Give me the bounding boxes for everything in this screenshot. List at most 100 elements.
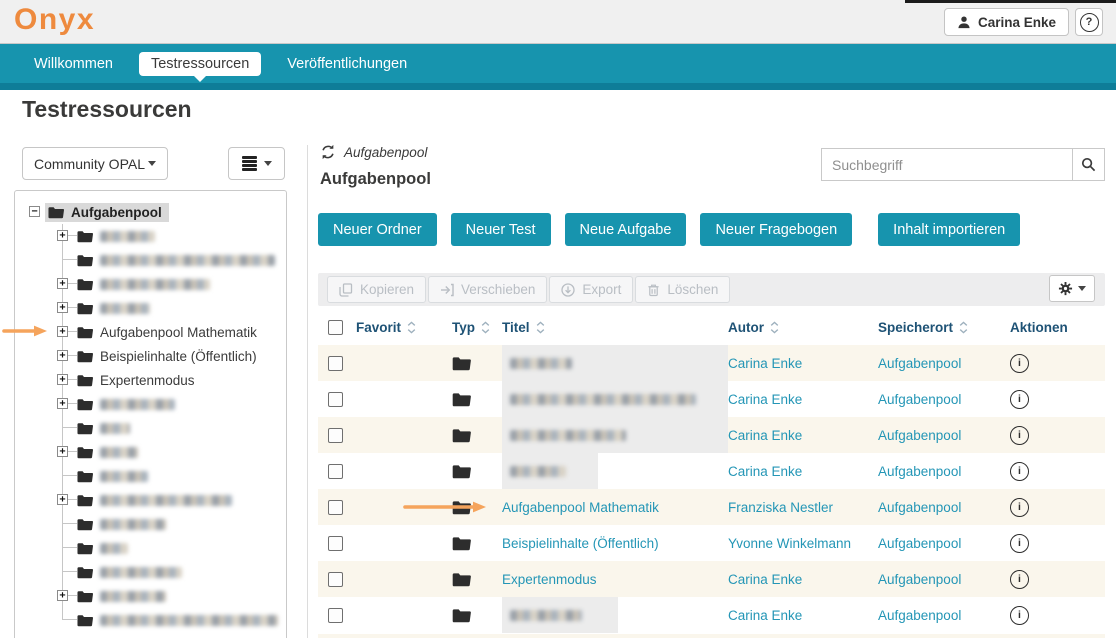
- search-button[interactable]: [1072, 148, 1105, 181]
- location-link[interactable]: Aufgabenpool: [878, 356, 961, 371]
- row-checkbox[interactable]: [328, 572, 343, 587]
- row-checkbox[interactable]: [328, 500, 343, 515]
- column-header-favorit[interactable]: Favorit: [356, 320, 452, 335]
- location-link[interactable]: Aufgabenpool: [878, 392, 961, 407]
- redacted-label: [100, 567, 182, 578]
- location-link[interactable]: Aufgabenpool: [878, 500, 961, 515]
- toolbar-verschieben[interactable]: Verschieben: [428, 276, 547, 303]
- location-link[interactable]: Aufgabenpool: [878, 572, 961, 587]
- tree-expand-icon[interactable]: +: [57, 230, 68, 241]
- info-icon[interactable]: i: [1010, 426, 1029, 445]
- resource-title-link[interactable]: Beispielinhalte (Öffentlich): [502, 536, 659, 551]
- tree-item-redacted[interactable]: [15, 416, 286, 440]
- tree-item-redacted[interactable]: +: [15, 584, 286, 608]
- tree-expand-icon[interactable]: +: [57, 398, 68, 409]
- tree-item-beispielinhalte-öffentlich[interactable]: +Beispielinhalte (Öffentlich): [15, 344, 286, 368]
- author-link[interactable]: Carina Enke: [728, 428, 802, 443]
- tree-item-aufgabenpool-mathematik[interactable]: + Aufgabenpool Mathematik: [15, 320, 286, 344]
- location-link[interactable]: Aufgabenpool: [878, 428, 961, 443]
- row-checkbox[interactable]: [328, 428, 343, 443]
- info-icon[interactable]: i: [1010, 354, 1029, 373]
- sort-icon[interactable]: [407, 321, 416, 334]
- tree-item-redacted[interactable]: [15, 512, 286, 536]
- author-link[interactable]: Carina Enke: [728, 464, 802, 479]
- select-all-checkbox[interactable]: [328, 320, 343, 335]
- info-icon[interactable]: i: [1010, 606, 1029, 625]
- refresh-icon[interactable]: [320, 144, 336, 160]
- info-icon[interactable]: i: [1010, 534, 1029, 553]
- tree-expand-icon[interactable]: +: [57, 326, 68, 337]
- sort-icon[interactable]: [536, 321, 545, 334]
- info-icon[interactable]: i: [1010, 498, 1029, 517]
- tree-collapse-icon[interactable]: −: [29, 206, 40, 217]
- author-link[interactable]: Carina Enke: [728, 356, 802, 371]
- tree-item-redacted[interactable]: [15, 608, 286, 632]
- tree-item-redacted[interactable]: +: [15, 296, 286, 320]
- search-input[interactable]: [821, 148, 1072, 181]
- toolbar-export[interactable]: Export: [549, 276, 633, 303]
- tree-expand-icon[interactable]: +: [57, 350, 68, 361]
- column-header-typ[interactable]: Typ: [452, 320, 502, 335]
- info-icon[interactable]: i: [1010, 462, 1029, 481]
- tree-item-label: Aufgabenpool Mathematik: [100, 325, 257, 340]
- row-checkbox[interactable]: [328, 536, 343, 551]
- action-inhalt-importieren[interactable]: Inhalt importieren: [878, 213, 1020, 246]
- tree-item-redacted[interactable]: +: [15, 488, 286, 512]
- tree-item-redacted[interactable]: +: [15, 224, 286, 248]
- tree-expand-icon[interactable]: +: [57, 446, 68, 457]
- tree-item-redacted[interactable]: [15, 560, 286, 584]
- tree-line: [62, 259, 77, 260]
- resource-title-link[interactable]: Aufgabenpool Mathematik: [502, 500, 659, 515]
- author-link[interactable]: Franziska Nestler: [728, 500, 833, 515]
- sort-icon[interactable]: [959, 321, 968, 334]
- tree-expand-icon[interactable]: +: [57, 278, 68, 289]
- row-checkbox[interactable]: [328, 392, 343, 407]
- location-link[interactable]: Aufgabenpool: [878, 608, 961, 623]
- tab-testressourcen[interactable]: Testressourcen: [139, 52, 261, 76]
- tree-item-expertenmodus[interactable]: +Expertenmodus: [15, 368, 286, 392]
- cell-typ: [452, 356, 502, 371]
- author-link[interactable]: Carina Enke: [728, 608, 802, 623]
- info-icon[interactable]: i: [1010, 390, 1029, 409]
- tree-item-redacted[interactable]: +: [15, 440, 286, 464]
- sort-icon[interactable]: [770, 321, 779, 334]
- action-neue-aufgabe[interactable]: Neue Aufgabe: [565, 213, 687, 246]
- action-neuer-fragebogen[interactable]: Neuer Fragebogen: [700, 213, 852, 246]
- tree-item-redacted[interactable]: +: [15, 272, 286, 296]
- row-checkbox[interactable]: [328, 464, 343, 479]
- row-checkbox[interactable]: [328, 608, 343, 623]
- column-header-speicherort[interactable]: Speicherort: [878, 320, 1010, 335]
- info-icon[interactable]: i: [1010, 570, 1029, 589]
- help-button[interactable]: ?: [1075, 8, 1103, 36]
- tree-item-redacted[interactable]: [15, 464, 286, 488]
- action-neuer-test[interactable]: Neuer Test: [451, 213, 551, 246]
- user-menu-button[interactable]: Carina Enke: [944, 8, 1069, 36]
- author-link[interactable]: Carina Enke: [728, 392, 802, 407]
- author-link[interactable]: Yvonne Winkelmann: [728, 536, 851, 551]
- toolbar-kopieren[interactable]: Kopieren: [327, 276, 426, 303]
- tab-willkommen[interactable]: Willkommen: [22, 52, 125, 76]
- location-link[interactable]: Aufgabenpool: [878, 464, 961, 479]
- table-settings-button[interactable]: [1049, 275, 1095, 302]
- sort-icon[interactable]: [481, 321, 490, 334]
- tab-veröffentlichungen[interactable]: Veröffentlichungen: [275, 52, 419, 76]
- tree-expand-icon[interactable]: +: [57, 302, 68, 313]
- author-link[interactable]: Carina Enke: [728, 572, 802, 587]
- column-header-label: Speicherort: [878, 320, 953, 335]
- tree-expand-icon[interactable]: +: [57, 590, 68, 601]
- tree-root-aufgabenpool[interactable]: −Aufgabenpool: [15, 200, 286, 224]
- tree-expand-icon[interactable]: +: [57, 374, 68, 385]
- location-link[interactable]: Aufgabenpool: [878, 536, 961, 551]
- tree-expand-icon[interactable]: +: [57, 494, 68, 505]
- column-header-autor[interactable]: Autor: [728, 320, 878, 335]
- resource-title-link[interactable]: Expertenmodus: [502, 572, 597, 587]
- tree-item-redacted[interactable]: [15, 248, 286, 272]
- toolbar-löschen[interactable]: Löschen: [635, 276, 730, 303]
- row-checkbox[interactable]: [328, 356, 343, 371]
- column-header-titel[interactable]: Titel: [502, 310, 728, 345]
- action-neuer-ordner[interactable]: Neuer Ordner: [318, 213, 437, 246]
- tree-item-redacted[interactable]: [15, 536, 286, 560]
- tree-item-redacted[interactable]: +: [15, 392, 286, 416]
- repository-select[interactable]: Community OPAL: [22, 147, 168, 180]
- tree-menu-button[interactable]: [228, 147, 285, 180]
